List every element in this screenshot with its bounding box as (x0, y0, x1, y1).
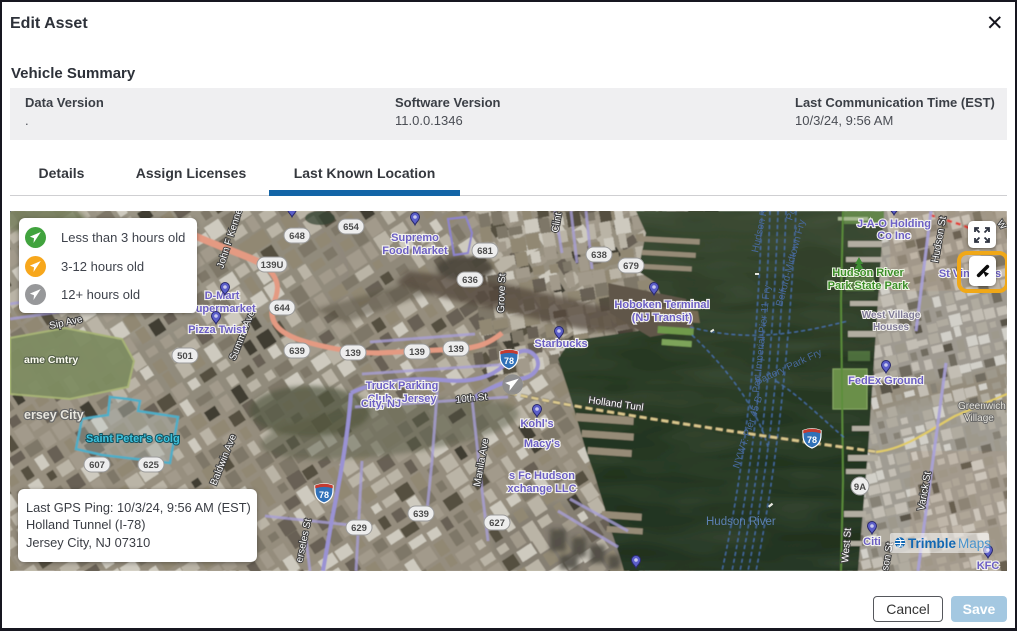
svg-text:Grove St: Grove St (496, 273, 508, 313)
svg-text:636: 636 (462, 275, 478, 286)
svg-text:Citi: Citi (863, 536, 881, 548)
svg-text:607: 607 (89, 460, 105, 471)
svg-text:Trimble: Trimble (908, 536, 957, 551)
svg-text:681: 681 (477, 246, 494, 257)
svg-text:Kohl's: Kohl's (520, 418, 553, 430)
svg-text:Supermarket: Supermarket (188, 303, 256, 315)
svg-text:KFC: KFC (977, 560, 1000, 571)
svg-text:Greenwich: Greenwich (958, 401, 1006, 412)
svg-text:644: 644 (274, 303, 291, 314)
svg-text:Pizza Twist: Pizza Twist (188, 324, 246, 336)
svg-text:78: 78 (504, 356, 514, 366)
svg-text:679: 679 (623, 261, 639, 272)
svg-text:West Village: West Village (862, 310, 921, 321)
svg-text:Supremo: Supremo (391, 232, 439, 244)
svg-text:xchange LLC: xchange LLC (507, 483, 576, 495)
svg-text:78: 78 (319, 490, 329, 500)
svg-text:639: 639 (413, 509, 429, 520)
svg-text:638: 638 (591, 250, 607, 261)
svg-text:9A: 9A (854, 482, 866, 493)
svg-text:Truck Parking: Truck Parking (366, 380, 439, 392)
svg-text:D-Mart: D-Mart (205, 290, 240, 302)
svg-text:625: 625 (143, 460, 160, 471)
svg-text:Macy's: Macy's (524, 438, 560, 450)
svg-text:City, NJ: City, NJ (361, 398, 401, 410)
svg-text:Food Market: Food Market (382, 245, 448, 257)
svg-text:139: 139 (409, 347, 425, 358)
svg-text:139: 139 (448, 344, 464, 355)
svg-text:627: 627 (489, 518, 505, 529)
svg-text:s Fc Hudson: s Fc Hudson (509, 470, 575, 482)
svg-text:629: 629 (351, 523, 367, 534)
svg-text:FedEx Ground: FedEx Ground (848, 375, 924, 387)
svg-text:501: 501 (177, 351, 194, 362)
svg-text:Hudson River: Hudson River (706, 516, 776, 528)
svg-text:Starbucks: Starbucks (534, 338, 587, 350)
svg-text:Co Inc: Co Inc (877, 230, 911, 242)
svg-text:ame Cmtry: ame Cmtry (24, 354, 78, 366)
svg-text:Park State Park: Park State Park (828, 280, 910, 292)
svg-text:Hudson River: Hudson River (832, 267, 904, 279)
svg-text:654: 654 (343, 222, 360, 233)
svg-text:639: 639 (289, 346, 305, 357)
svg-text:78: 78 (807, 435, 817, 445)
svg-text:Village: Village (964, 413, 994, 424)
svg-text:648: 648 (289, 231, 305, 242)
svg-text:Saint Peter's Colg: Saint Peter's Colg (86, 433, 180, 445)
svg-text:Houses: Houses (873, 322, 910, 333)
svg-text:139: 139 (345, 348, 361, 359)
svg-text:139U: 139U (261, 260, 284, 271)
svg-text:J-A-O Holding: J-A-O Holding (857, 218, 931, 230)
svg-text:ersey City: ersey City (24, 408, 84, 422)
svg-text:Hoboken Terminal: Hoboken Terminal (614, 299, 709, 311)
svg-text:Maps: Maps (958, 536, 991, 551)
svg-text:(NJ Transit): (NJ Transit) (632, 312, 693, 324)
